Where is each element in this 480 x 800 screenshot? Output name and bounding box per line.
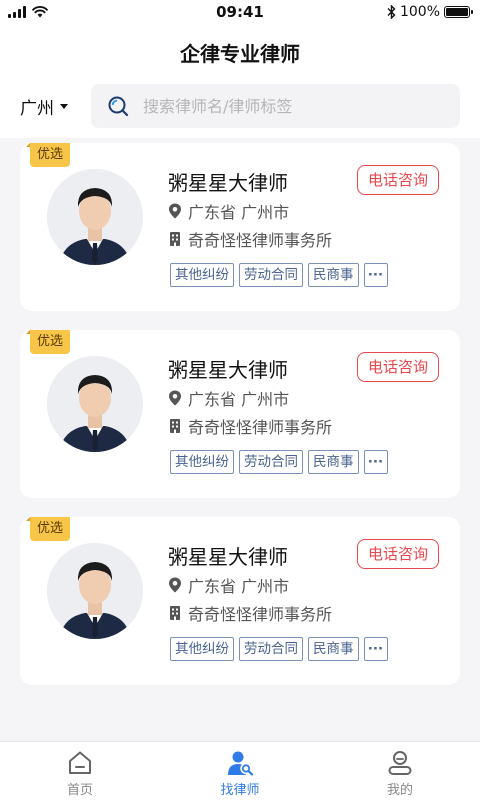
location-text: 广东省 广州市 (188, 203, 290, 222)
lawyer-name: 粥星星大律师 (168, 171, 288, 195)
lawyer-card[interactable]: 优选 粥星星大律师 电话咨询 广东省 广州市 奇奇怪怪律师事务所 其他纠纷 劳动… (20, 143, 460, 311)
battery-icon (444, 6, 473, 18)
search-input[interactable] (143, 96, 433, 116)
featured-badge: 优选 (25, 143, 71, 167)
lawyer-avatar (47, 169, 143, 265)
lawyer-card[interactable]: 优选 粥星星大律师 电话咨询 广东省 广州市 奇奇怪怪律师事务所 其他纠纷 劳动… (20, 517, 460, 685)
building-icon (170, 232, 180, 246)
city-label: 广州 (20, 99, 54, 119)
location-pin-icon (169, 390, 181, 406)
lawyer-list: 优选 粥星星大律师 电话咨询 广东省 广州市 奇奇怪怪律师事务所 其他纠纷 劳动… (20, 143, 460, 704)
lawyer-firm: 奇奇怪怪律师事务所 (168, 227, 332, 251)
lawyer-avatar (47, 356, 143, 452)
tab-home[interactable]: 首页 (0, 742, 160, 800)
status-bar: 09:41 100% (0, 0, 480, 26)
firm-text: 奇奇怪怪律师事务所 (188, 231, 333, 250)
building-icon (170, 606, 180, 620)
lawyer-location: 广东省 广州市 (168, 573, 289, 597)
bluetooth-icon (387, 5, 396, 19)
tag-list: 其他纠纷 劳动合同 民商事 ··· (170, 263, 388, 287)
tab-profile[interactable]: 我的 (320, 742, 480, 800)
more-tags-button[interactable]: ··· (363, 450, 388, 474)
practice-tag[interactable]: 劳动合同 (239, 450, 303, 474)
tag-list: 其他纠纷 劳动合同 民商事 ··· (170, 450, 388, 474)
location-pin-icon (169, 203, 181, 219)
battery-percent: 100% (399, 4, 440, 20)
city-selector[interactable]: 广州 (20, 94, 68, 119)
header: 企律专业律师 广州 (0, 26, 480, 138)
lawyer-name: 粥星星大律师 (168, 545, 288, 569)
search-icon (108, 96, 129, 117)
lawyer-firm: 奇奇怪怪律师事务所 (168, 601, 332, 625)
practice-tag[interactable]: 民商事 (308, 263, 359, 287)
featured-badge: 优选 (25, 330, 71, 354)
tab-find-lawyer[interactable]: 找律师 (160, 742, 320, 800)
tag-list: 其他纠纷 劳动合同 民商事 ··· (170, 637, 388, 661)
bottom-tab-bar: 首页 找律师 我的 (0, 741, 480, 800)
location-text: 广东省 广州市 (188, 390, 290, 409)
practice-tag[interactable]: 其他纠纷 (170, 637, 234, 661)
practice-tag[interactable]: 劳动合同 (239, 637, 303, 661)
tab-label: 找律师 (220, 783, 260, 798)
search-box[interactable] (91, 84, 460, 128)
practice-tag[interactable]: 民商事 (308, 450, 359, 474)
find-lawyer-icon (228, 751, 254, 776)
page-title: 企律专业律师 (180, 42, 300, 66)
practice-tag[interactable]: 其他纠纷 (170, 450, 234, 474)
firm-text: 奇奇怪怪律师事务所 (188, 418, 333, 437)
building-icon (170, 419, 180, 433)
home-icon (69, 751, 91, 774)
phone-consult-button[interactable]: 电话咨询 (357, 165, 439, 195)
status-icons-right: 100% (387, 4, 473, 20)
location-pin-icon (169, 577, 181, 593)
lawyer-avatar (47, 543, 143, 639)
tab-label: 我的 (386, 783, 413, 798)
firm-text: 奇奇怪怪律师事务所 (188, 605, 333, 624)
lawyer-location: 广东省 广州市 (168, 386, 289, 410)
phone-consult-button[interactable]: 电话咨询 (357, 539, 439, 569)
more-tags-button[interactable]: ··· (363, 637, 388, 661)
practice-tag[interactable]: 民商事 (308, 637, 359, 661)
tab-label: 首页 (66, 783, 93, 798)
more-tags-button[interactable]: ··· (363, 263, 388, 287)
practice-tag[interactable]: 劳动合同 (239, 263, 303, 287)
profile-icon (388, 751, 412, 775)
caret-down-icon (60, 104, 68, 109)
phone-consult-button[interactable]: 电话咨询 (357, 352, 439, 382)
practice-tag[interactable]: 其他纠纷 (170, 263, 234, 287)
location-text: 广东省 广州市 (188, 577, 290, 596)
lawyer-card[interactable]: 优选 粥星星大律师 电话咨询 广东省 广州市 奇奇怪怪律师事务所 其他纠纷 劳动… (20, 330, 460, 498)
featured-badge: 优选 (25, 517, 71, 541)
lawyer-location: 广东省 广州市 (168, 199, 289, 223)
lawyer-firm: 奇奇怪怪律师事务所 (168, 414, 332, 438)
lawyer-name: 粥星星大律师 (168, 358, 288, 382)
